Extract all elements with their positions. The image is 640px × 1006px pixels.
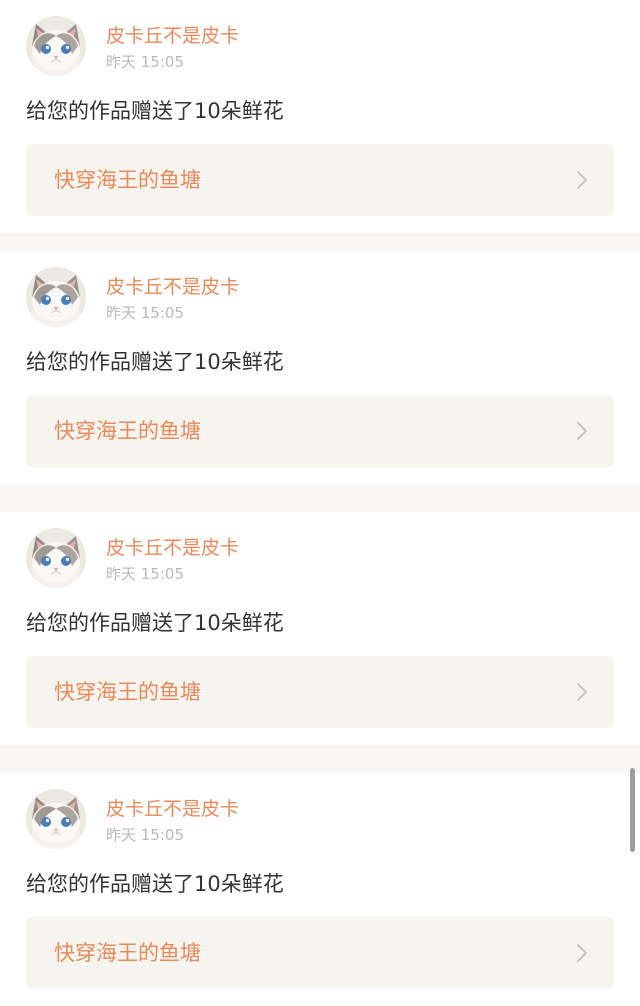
chevron-right-icon [577, 422, 587, 440]
notification-message: 给您的作品赠送了10朵鲜花 [26, 99, 284, 123]
timestamp: 昨天 15:05 [106, 565, 184, 583]
user-avatar[interactable] [26, 789, 86, 849]
user-avatar[interactable] [26, 528, 86, 588]
cat-avatar-icon [26, 528, 86, 588]
user-avatar[interactable] [26, 267, 86, 327]
chevron-right-icon [577, 683, 587, 701]
timestamp: 昨天 15:05 [106, 304, 184, 322]
work-link[interactable]: 快穿海王的鱼塘 [26, 917, 614, 989]
username[interactable]: 皮卡丘不是皮卡 [106, 536, 239, 560]
notification-card: 皮卡丘不是皮卡 昨天 15:05 给您的作品赠送了10朵鲜花 快穿海王的鱼塘 [0, 512, 640, 745]
timestamp: 昨天 15:05 [106, 826, 184, 844]
work-link[interactable]: 快穿海王的鱼塘 [26, 144, 614, 216]
notification-message: 给您的作品赠送了10朵鲜花 [26, 350, 284, 374]
work-title: 快穿海王的鱼塘 [54, 941, 201, 965]
work-link[interactable]: 快穿海王的鱼塘 [26, 656, 614, 728]
username[interactable]: 皮卡丘不是皮卡 [106, 797, 239, 821]
username[interactable]: 皮卡丘不是皮卡 [106, 24, 239, 48]
notification-card: 皮卡丘不是皮卡 昨天 15:05 给您的作品赠送了10朵鲜花 快穿海王的鱼塘 [0, 251, 640, 484]
work-title: 快穿海王的鱼塘 [54, 419, 201, 443]
notification-feed: 皮卡丘不是皮卡 昨天 15:05 给您的作品赠送了10朵鲜花 快穿海王的鱼塘 皮… [0, 0, 640, 1006]
cat-avatar-icon [26, 267, 86, 327]
cat-avatar-icon [26, 16, 86, 76]
username[interactable]: 皮卡丘不是皮卡 [106, 275, 239, 299]
work-title: 快穿海王的鱼塘 [54, 168, 201, 192]
scrollbar[interactable] [630, 768, 635, 852]
work-link[interactable]: 快穿海王的鱼塘 [26, 395, 614, 467]
work-title: 快穿海王的鱼塘 [54, 680, 201, 704]
notification-card: 皮卡丘不是皮卡 昨天 15:05 给您的作品赠送了10朵鲜花 快穿海王的鱼塘 [0, 773, 640, 1006]
timestamp: 昨天 15:05 [106, 53, 184, 71]
notification-card: 皮卡丘不是皮卡 昨天 15:05 给您的作品赠送了10朵鲜花 快穿海王的鱼塘 [0, 0, 640, 233]
chevron-right-icon [577, 944, 587, 962]
user-avatar[interactable] [26, 16, 86, 76]
cat-avatar-icon [26, 789, 86, 849]
notification-message: 给您的作品赠送了10朵鲜花 [26, 872, 284, 896]
chevron-right-icon [577, 171, 587, 189]
notification-message: 给您的作品赠送了10朵鲜花 [26, 611, 284, 635]
